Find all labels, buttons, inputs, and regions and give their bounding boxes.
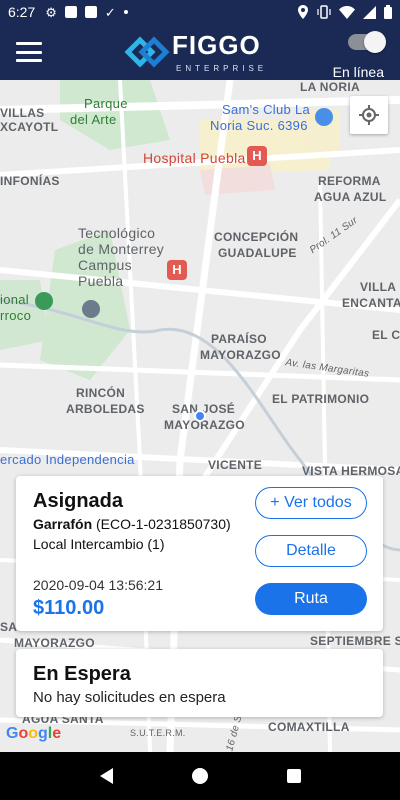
map-label: VILLAS [0, 106, 45, 120]
signal-icon [363, 5, 376, 19]
wifi-icon [339, 5, 355, 19]
status-time: 6:27 [8, 4, 36, 20]
map-label: ercado Independencia [0, 452, 135, 467]
waiting-title: En Espera [33, 663, 131, 685]
map-label: Tecnológico [78, 225, 156, 241]
map-label: Campus [78, 257, 132, 273]
assigned-card: Asignada Garrafón (ECO-1-0231850730) Loc… [16, 476, 383, 631]
map-label: Hospital Puebla [143, 150, 246, 166]
map-label: rroco [0, 308, 32, 323]
map-label: EL CER [372, 328, 400, 342]
status-system-icons [297, 5, 392, 19]
assigned-title: Asignada [33, 490, 124, 512]
download-done-icon: ✓ [104, 4, 116, 20]
hospital-icon: H [167, 260, 187, 280]
map-label: del Arte [70, 112, 117, 127]
home-icon[interactable] [191, 768, 208, 784]
route-button[interactable]: Ruta [255, 583, 367, 615]
status-notifications: ⚙ ✓ [45, 6, 128, 19]
map-label: XCAYOTL [0, 120, 59, 134]
waiting-card: En Espera No hay solicitudes en espera [16, 649, 383, 717]
order-date: 2020-09-04 13:56:21 [33, 577, 163, 593]
app-notification-icon [84, 6, 97, 18]
map-label: S.U.T.E.R.M. [130, 728, 186, 738]
gear-icon: ⚙ [45, 4, 57, 20]
product-code: (ECO-1-0231850730) [96, 516, 231, 532]
hospital-icon: H [247, 146, 267, 166]
shopping-icon [315, 108, 333, 126]
museum-icon [35, 292, 53, 310]
google-logo: Google [6, 725, 62, 742]
location-name: Local Intercambio (1) [33, 536, 165, 552]
map-label: MAYORAZGO [164, 418, 245, 432]
brand-name: FIGGO [172, 30, 261, 60]
map-label: ARBOLEDAS [66, 402, 145, 416]
map-label: VICENTE [208, 458, 263, 472]
order-price: $110.00 [33, 597, 105, 619]
map-label: EL PATRIMONIO [272, 392, 370, 406]
system-nav-bar [0, 752, 400, 800]
brand-subtitle: ENTERPRISE [176, 64, 268, 73]
map-label: ional [0, 292, 29, 307]
online-status-label: En línea [332, 64, 384, 80]
more-notifications-icon [123, 10, 128, 14]
map-label: Parque [84, 96, 128, 111]
map-label: MAYORAZGO [200, 348, 281, 362]
map-label: Sam's Club La [222, 102, 311, 117]
location-icon [298, 5, 308, 19]
map-label: COMAXTILLA [268, 720, 350, 734]
map-label: PARAÍSO [211, 332, 267, 346]
online-toggle[interactable] [348, 31, 386, 53]
status-bar: 6:27 ⚙ ✓ [0, 0, 400, 24]
map-label: MAYORAZGO [14, 636, 95, 650]
map-label: VILLA [360, 280, 397, 294]
crosshair-icon [359, 105, 379, 125]
current-location-marker [194, 410, 206, 422]
battery-icon [384, 5, 392, 19]
app-notification-icon [64, 6, 77, 18]
map-label: SEPTIEMBRE S [310, 634, 400, 648]
map-label: de Monterrey [78, 241, 165, 257]
my-location-button[interactable] [350, 96, 388, 134]
view-all-button[interactable]: + Ver todos [255, 487, 367, 519]
detail-button[interactable]: Detalle [255, 535, 367, 567]
map-label: RINCÓN [76, 386, 126, 400]
map-label: AGUA AZUL [314, 190, 387, 204]
map-label: ENCANTA [342, 296, 400, 310]
product-name: Garrafón [33, 516, 93, 532]
waiting-message: No hay solicitudes en espera [33, 689, 226, 706]
map-label: REFORMA [318, 174, 381, 188]
logo-mark-icon [124, 36, 170, 68]
school-icon [82, 300, 100, 318]
toggle-knob [364, 31, 386, 53]
recent-apps-icon[interactable] [286, 769, 301, 783]
vibrate-icon [317, 5, 331, 19]
menu-icon[interactable] [16, 42, 42, 62]
map-label: Noria Suc. 6396 [210, 118, 308, 133]
map-label: CONCEPCIÓN [214, 230, 299, 244]
figgo-logo: FIGGO ENTERPRISE [124, 30, 284, 74]
back-icon[interactable] [99, 768, 113, 784]
map-label: GUADALUPE [218, 246, 297, 260]
map-label: INFONÍAS [0, 174, 60, 188]
map-label: Puebla [78, 273, 124, 289]
map-label: LA NORIA [300, 80, 360, 94]
app-header: FIGGO ENTERPRISE En línea [0, 24, 400, 80]
product-line: Garrafón (ECO-1-0231850730) [33, 516, 231, 532]
